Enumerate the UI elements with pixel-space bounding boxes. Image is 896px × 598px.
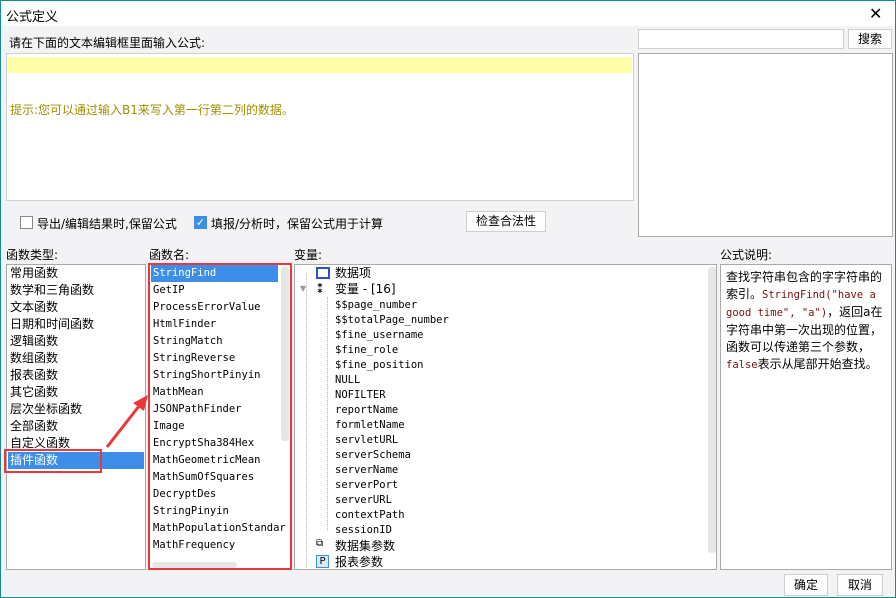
editor-hint: 提示:您可以通过输入B1来写入第一行第二列的数据。 [10, 103, 294, 117]
function-item[interactable]: EncryptSha384Hex [151, 435, 278, 452]
function-item[interactable]: JSONPathFinder [151, 401, 278, 418]
tree-item-report-params[interactable]: 报表参数 [335, 555, 383, 569]
keep-formula-fill-checkbox[interactable]: ✓ [194, 216, 207, 229]
variable-item[interactable]: $fine_role [335, 343, 398, 358]
editor-label: 请在下面的文本编辑框里面输入公式: [9, 36, 206, 50]
tree-item-variables[interactable]: 变量 - [16] [335, 282, 396, 297]
variable-item[interactable]: formletName [335, 418, 405, 433]
variable-item[interactable]: NULL [335, 373, 360, 388]
variable-item[interactable]: serverSchema [335, 448, 411, 463]
cancel-button[interactable]: 取消 [837, 574, 883, 596]
dialog-title: 公式定义 [6, 10, 59, 25]
ok-button[interactable]: 确定 [784, 574, 828, 596]
variable-item[interactable]: serverPort [335, 478, 398, 493]
category-item[interactable]: 常用函数 [8, 265, 144, 282]
category-item[interactable]: 日期和时间函数 [8, 316, 144, 333]
current-line [8, 57, 632, 73]
function-item[interactable]: HtmlFinder [151, 316, 278, 333]
formula-description: 查找字符串包含的字字符串的索引。StringFind("have a good … [720, 264, 892, 570]
function-item[interactable]: GetIP [151, 282, 278, 299]
variable-item[interactable]: $fine_position [335, 358, 424, 373]
close-icon[interactable]: ✕ [869, 4, 882, 23]
title-bar: 公式定义 ✕ [1, 1, 895, 26]
keep-formula-fill-label: 填报/分析时，保留公式用于计算 [211, 217, 384, 231]
description-code: false [726, 359, 758, 371]
expand-arrow-icon[interactable]: ▼ [300, 284, 306, 293]
description-text: 表示从尾部开始查找。 [757, 357, 878, 371]
function-item[interactable]: StringPinyin [151, 503, 278, 520]
vertical-scrollbar[interactable] [708, 267, 716, 553]
variable-item[interactable]: $fine_username [335, 328, 424, 343]
variable-item[interactable]: contextPath [335, 508, 405, 523]
keep-formula-export-checkbox[interactable] [20, 216, 33, 229]
variable-item[interactable]: serverURL [335, 493, 392, 508]
function-list[interactable]: StringFind GetIP ProcessErrorValue HtmlFind… [148, 263, 292, 570]
variable-tree[interactable]: 数据项 ▼ ⁑ 变量 - [16] $$page_number $$totalPa… [294, 264, 717, 570]
check-validity-button[interactable]: 检查合法性 [466, 211, 546, 232]
variable-label: 变量: [294, 248, 323, 262]
formula-dialog: 公式定义 ✕ 请在下面的文本编辑框里面输入公式: 提示:您可以通过输入B1来写入… [0, 0, 896, 598]
search-button[interactable]: 搜索 [848, 29, 892, 49]
function-item[interactable]: MathPopulationStandar [151, 520, 286, 537]
tree-item-dataset-params[interactable]: 数据集参数 [335, 539, 395, 554]
search-input[interactable] [638, 29, 844, 49]
function-item[interactable]: StringShortPinyin [151, 367, 278, 384]
formula-editor[interactable]: 提示:您可以通过输入B1来写入第一行第二列的数据。 [6, 53, 634, 201]
function-item[interactable]: MathSumOfSquares [151, 469, 278, 486]
category-item[interactable]: 数学和三角函数 [8, 282, 144, 299]
variable-item[interactable]: serverName [335, 463, 398, 478]
arrow-annotation [105, 395, 148, 448]
function-item[interactable]: Image [151, 418, 278, 435]
variable-item[interactable]: sessionID [335, 523, 392, 538]
category-item[interactable]: 文本函数 [8, 299, 144, 316]
variable-item[interactable]: $$totalPage_number [335, 313, 449, 328]
function-label: 函数名: [149, 248, 190, 262]
function-item[interactable]: ProcessErrorValue [151, 299, 278, 316]
report-params-icon: P [316, 555, 329, 568]
tree-item-data-items[interactable]: 数据项 [335, 266, 371, 281]
function-item[interactable]: StringMatch [151, 333, 278, 350]
horizontal-scrollbar[interactable] [152, 562, 237, 568]
vertical-scrollbar[interactable] [281, 267, 289, 441]
function-item[interactable]: MathMean [151, 384, 278, 401]
function-item[interactable]: MathGeometricMean [151, 452, 278, 469]
category-highlight-box [4, 449, 102, 473]
search-results [638, 53, 893, 237]
description-label: 公式说明: [720, 248, 773, 262]
category-item[interactable]: 逻辑函数 [8, 333, 144, 350]
function-item[interactable]: StringReverse [151, 350, 278, 367]
data-items-icon [316, 267, 330, 279]
keep-formula-export-label: 导出/编辑结果时,保留公式 [37, 217, 177, 231]
variable-item[interactable]: servletURL [335, 433, 398, 448]
variable-group-icon: ⁑ [317, 282, 324, 296]
category-item[interactable]: 报表函数 [8, 367, 144, 384]
variable-item[interactable]: reportName [335, 403, 398, 418]
variable-item[interactable]: NOFILTER [335, 388, 386, 403]
function-item[interactable]: StringFind [151, 265, 278, 282]
function-item[interactable]: DecryptDes [151, 486, 278, 503]
variable-item[interactable]: $$page_number [335, 298, 417, 313]
category-item[interactable]: 数组函数 [8, 350, 144, 367]
dataset-params-icon: ⧉ [316, 538, 324, 549]
category-label: 函数类型: [6, 248, 59, 262]
function-item[interactable]: MathFrequency [151, 537, 278, 554]
